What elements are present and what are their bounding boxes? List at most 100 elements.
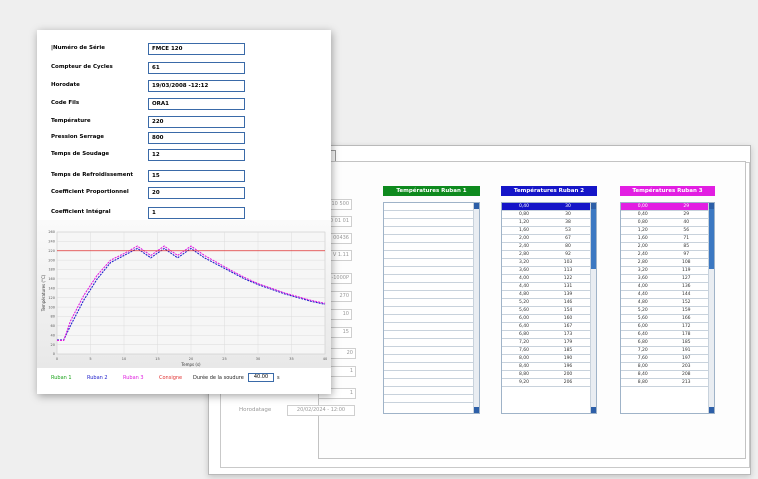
ruban3-row[interactable]: 6,00 172 bbox=[621, 323, 708, 331]
ruban2-row[interactable]: 8,40 196 bbox=[502, 363, 590, 371]
field-value[interactable]: 800 bbox=[148, 132, 245, 144]
ruban3-row[interactable]: 1,60 71 bbox=[621, 235, 708, 243]
ruban2-row[interactable]: 8,80 200 bbox=[502, 371, 590, 379]
ruban2-row[interactable]: 0,40 30 bbox=[502, 203, 590, 211]
ruban2-row[interactable]: 4,00 122 bbox=[502, 275, 590, 283]
ruban1-row[interactable] bbox=[384, 379, 473, 387]
ruban3-row[interactable]: 8,00 203 bbox=[621, 363, 708, 371]
ruban1-row[interactable] bbox=[384, 315, 473, 323]
ruban2-list[interactable]: 0,40 30 0,80 30 1,20 38 1,60 53 2,00 67 2,40 80 2,80… bbox=[501, 202, 597, 414]
ruban2-row[interactable]: 3,20 103 bbox=[502, 259, 590, 267]
ruban3-row[interactable]: 2,40 97 bbox=[621, 251, 708, 259]
ruban3-row[interactable]: 4,40 144 bbox=[621, 291, 708, 299]
ruban1-row[interactable] bbox=[384, 395, 473, 403]
ruban2-row[interactable]: 6,00 160 bbox=[502, 315, 590, 323]
ruban2-row[interactable]: 6,40 167 bbox=[502, 323, 590, 331]
ruban1-row[interactable] bbox=[384, 387, 473, 395]
ruban3-row[interactable]: 6,80 185 bbox=[621, 339, 708, 347]
ruban1-scroll-down[interactable] bbox=[474, 407, 479, 413]
ruban2-row[interactable]: 5,20 146 bbox=[502, 299, 590, 307]
field-value[interactable]: 19/03/2008 -12:12 bbox=[148, 80, 245, 92]
ruban1-row[interactable] bbox=[384, 299, 473, 307]
ruban1-scroll-up[interactable] bbox=[474, 203, 479, 209]
ruban2-row[interactable]: 5,60 154 bbox=[502, 307, 590, 315]
field-value[interactable]: ORA1 bbox=[148, 98, 245, 110]
ruban1-row[interactable] bbox=[384, 347, 473, 355]
ruban2-row[interactable]: 0,80 30 bbox=[502, 211, 590, 219]
ruban1-row[interactable] bbox=[384, 219, 473, 227]
ruban3-row[interactable]: 6,40 178 bbox=[621, 331, 708, 339]
ruban2-row[interactable]: 3,60 113 bbox=[502, 267, 590, 275]
ruban1-row[interactable] bbox=[384, 363, 473, 371]
ruban3-row[interactable]: 5,20 159 bbox=[621, 307, 708, 315]
ruban2-row[interactable]: 6,80 173 bbox=[502, 331, 590, 339]
ruban1-row[interactable] bbox=[384, 251, 473, 259]
ruban1-row[interactable] bbox=[384, 355, 473, 363]
ruban3-row[interactable]: 3,60 127 bbox=[621, 275, 708, 283]
ruban3-row[interactable]: 8,40 208 bbox=[621, 371, 708, 379]
ruban3-row[interactable]: 0,00 29 bbox=[621, 203, 708, 211]
ruban3-scroll-up[interactable] bbox=[709, 203, 714, 209]
ruban1-row[interactable] bbox=[384, 227, 473, 235]
ruban1-row[interactable] bbox=[384, 331, 473, 339]
ruban2-scroll-thumb[interactable] bbox=[591, 209, 596, 269]
ruban3-row[interactable]: 2,00 85 bbox=[621, 243, 708, 251]
ruban-row-temp: 167 bbox=[563, 324, 573, 329]
field-value[interactable]: 12 bbox=[148, 149, 245, 161]
ruban2-row[interactable]: 9,20 206 bbox=[502, 379, 590, 387]
ruban3-scroll-thumb[interactable] bbox=[709, 209, 714, 269]
ruban3-row[interactable]: 0,40 29 bbox=[621, 211, 708, 219]
ruban3-row[interactable]: 0,80 40 bbox=[621, 219, 708, 227]
ruban1-row[interactable] bbox=[384, 371, 473, 379]
ruban3-row[interactable]: 4,80 152 bbox=[621, 299, 708, 307]
ruban-row-temp: 103 bbox=[563, 260, 573, 265]
ruban1-row[interactable] bbox=[384, 339, 473, 347]
field-value[interactable]: 61 bbox=[148, 62, 245, 74]
ruban2-row[interactable]: 4,40 131 bbox=[502, 283, 590, 291]
ruban2-scroll-down[interactable] bbox=[591, 407, 596, 413]
field-value[interactable]: 1 bbox=[148, 207, 245, 219]
ruban2-row[interactable]: 1,20 38 bbox=[502, 219, 590, 227]
ruban2-row[interactable]: 2,00 67 bbox=[502, 235, 590, 243]
ruban2-row[interactable]: 1,60 53 bbox=[502, 227, 590, 235]
ruban3-row[interactable]: 2,80 108 bbox=[621, 259, 708, 267]
ruban1-row[interactable] bbox=[384, 203, 473, 211]
ruban1-row[interactable] bbox=[384, 267, 473, 275]
field-value[interactable]: 20 bbox=[148, 187, 245, 199]
ruban2-row[interactable]: 2,80 92 bbox=[502, 251, 590, 259]
ruban1-scrollbar[interactable] bbox=[473, 203, 479, 413]
ruban3-row[interactable]: 4,00 136 bbox=[621, 283, 708, 291]
ruban2-row[interactable]: 8,00 190 bbox=[502, 355, 590, 363]
ruban1-row[interactable] bbox=[384, 211, 473, 219]
field-value[interactable]: 220 bbox=[148, 116, 245, 128]
ruban3-scroll-down[interactable] bbox=[709, 407, 714, 413]
ruban2-row[interactable]: 7,20 179 bbox=[502, 339, 590, 347]
ruban1-row[interactable] bbox=[384, 243, 473, 251]
ruban2-row[interactable]: 4,80 139 bbox=[502, 291, 590, 299]
ruban-row-temp: 127 bbox=[681, 276, 691, 281]
ruban3-row[interactable]: 8,80 213 bbox=[621, 379, 708, 387]
field-value[interactable]: FMCE 120 bbox=[148, 43, 245, 55]
ruban1-row[interactable] bbox=[384, 291, 473, 299]
ruban-row-time: 7,20 bbox=[518, 340, 530, 345]
ruban1-row[interactable] bbox=[384, 235, 473, 243]
ruban1-row[interactable] bbox=[384, 275, 473, 283]
ruban1-list[interactable] bbox=[383, 202, 480, 414]
ruban1-row[interactable] bbox=[384, 259, 473, 267]
ruban3-row[interactable]: 1,20 56 bbox=[621, 227, 708, 235]
ruban3-list[interactable]: 0,00 29 0,40 29 0,80 40 1,20 56 1,60 71 2,00 85 2,40… bbox=[620, 202, 715, 414]
ruban1-row[interactable] bbox=[384, 323, 473, 331]
ruban3-row[interactable]: 3,20 119 bbox=[621, 267, 708, 275]
ruban3-row[interactable]: 5,60 166 bbox=[621, 315, 708, 323]
ruban2-row[interactable]: 7,60 185 bbox=[502, 347, 590, 355]
ruban3-row[interactable]: 7,20 191 bbox=[621, 347, 708, 355]
ruban2-scroll-up[interactable] bbox=[591, 203, 596, 209]
ruban3-scrollbar[interactable] bbox=[708, 203, 714, 413]
horodatage-field[interactable]: 20/02/2024 - 12:00 bbox=[287, 405, 355, 416]
field-value[interactable]: 15 bbox=[148, 170, 245, 182]
ruban1-row[interactable] bbox=[384, 307, 473, 315]
ruban1-row[interactable] bbox=[384, 283, 473, 291]
ruban2-row[interactable]: 2,40 80 bbox=[502, 243, 590, 251]
ruban3-row[interactable]: 7,60 197 bbox=[621, 355, 708, 363]
ruban2-scrollbar[interactable] bbox=[590, 203, 596, 413]
